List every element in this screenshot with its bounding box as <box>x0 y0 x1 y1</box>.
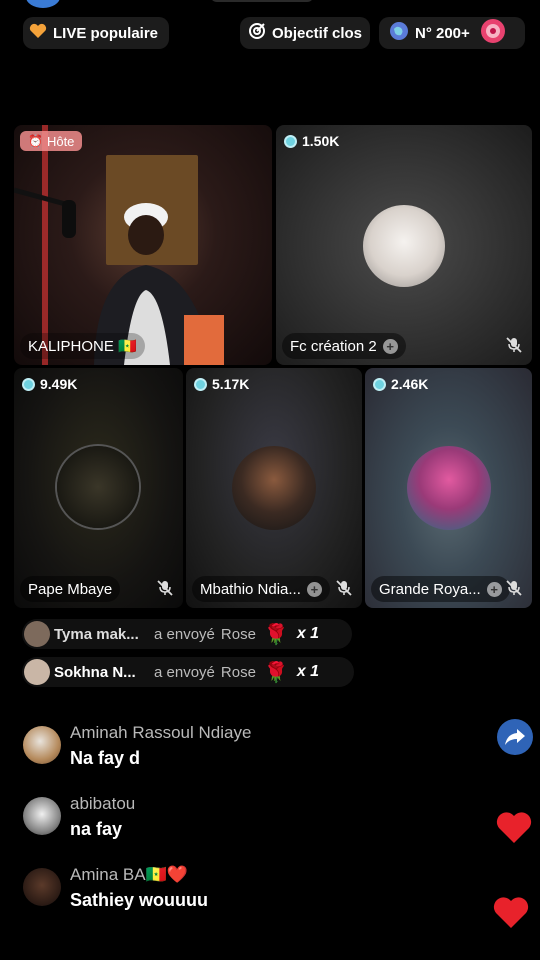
guest-tile-pape[interactable]: 9.49K Pape Mbaye <box>14 368 183 608</box>
live-popular-label: LIVE populaire <box>53 24 159 42</box>
guest-tile-mbathio[interactable]: 5.17K Mbathio Ndia... + <box>186 368 362 608</box>
viewer-count-value: 9.49K <box>40 376 78 392</box>
guest-name: Fc création 2 <box>290 337 377 355</box>
guest-avatar <box>363 205 445 287</box>
mic-off-icon <box>506 337 522 353</box>
guest-name-label[interactable]: Grande Roya... + <box>371 576 510 602</box>
viewer-icon <box>194 377 207 391</box>
host-tag: ⏰ Hôte <box>20 131 83 151</box>
host-name: KALIPHONE 🇸🇳 <box>28 338 137 355</box>
viewer-icon <box>373 377 386 391</box>
host-tag-label: Hôte <box>46 133 75 149</box>
comment-username[interactable]: Amina BA🇸🇳❤️ <box>70 865 188 885</box>
host-name-label[interactable]: KALIPHONE 🇸🇳 <box>20 333 145 359</box>
mic-off-icon <box>157 580 173 596</box>
streamer-avatar[interactable] <box>26 0 60 8</box>
gift-sender-avatar[interactable] <box>24 621 50 647</box>
alarm-icon: ⏰ <box>28 134 43 148</box>
viewer-count: 1.50K <box>284 133 339 149</box>
heart-icon <box>29 23 47 43</box>
viewer-count: 2.46K <box>373 376 428 392</box>
comment-text: Sathiey wouuuu <box>70 890 209 910</box>
heart-icon[interactable] <box>493 896 529 929</box>
follow-plus-icon[interactable]: + <box>382 338 398 354</box>
viewer-icon <box>284 134 297 148</box>
comment-text: Na fay d <box>70 748 141 768</box>
comment-avatar[interactable] <box>23 797 61 835</box>
gift-sender-name: Sokhna N... <box>54 663 136 681</box>
target-icon <box>248 22 266 44</box>
viewer-icon <box>22 377 35 391</box>
viewer-count-value: 5.17K <box>212 376 250 392</box>
gift-count: x 1 <box>296 625 320 642</box>
gift-sender-avatar[interactable] <box>24 659 50 685</box>
guest-avatar <box>232 446 316 530</box>
rank-badge[interactable]: N° 200+ <box>379 17 525 49</box>
viewer-count-value: 1.50K <box>302 133 340 149</box>
globe-icon <box>389 21 409 45</box>
follow-plus-icon[interactable]: + <box>306 581 322 597</box>
comment-username[interactable]: Aminah Rassoul Ndiaye <box>70 723 251 743</box>
gift-notification: Sokhna N... a envoyé Rose 🌹 x 1 <box>22 657 354 687</box>
guest-name: Grande Roya... <box>379 580 481 598</box>
heart-icon[interactable] <box>496 811 532 844</box>
rose-icon: 🌹 <box>263 623 289 646</box>
gift-action: a envoyé <box>154 625 215 643</box>
comment-text: na fay <box>70 819 123 839</box>
guest-name-label[interactable]: Pape Mbaye <box>20 576 121 602</box>
goal-badge[interactable]: Objectif clos <box>240 17 370 49</box>
mic-off-icon <box>506 580 522 596</box>
microphone-arm <box>14 187 76 238</box>
guest-name-label[interactable]: Fc création 2 + <box>282 333 406 359</box>
gift-avatar-icon <box>480 18 506 48</box>
follow-button[interactable] <box>210 0 314 2</box>
host-video-tile[interactable]: ⏰ Hôte KALIPHONE 🇸🇳 <box>14 125 272 365</box>
mic-off-icon <box>336 580 352 596</box>
guest-name: Mbathio Ndia... <box>200 580 301 598</box>
rose-icon: 🌹 <box>263 661 289 684</box>
rank-label: N° 200+ <box>415 24 470 42</box>
gift-action: a envoyé <box>154 663 215 681</box>
comment-avatar[interactable] <box>23 868 61 906</box>
gift-sender-name: Tyma mak... <box>54 625 139 643</box>
guest-name-label[interactable]: Mbathio Ndia... + <box>192 576 330 602</box>
share-button[interactable] <box>497 719 533 755</box>
guest-name: Pape Mbaye <box>28 580 113 598</box>
guest-avatar <box>407 446 491 530</box>
gift-type: Rose <box>220 663 256 681</box>
follow-plus-icon[interactable]: + <box>486 581 502 597</box>
guest-tile-grande[interactable]: 2.46K Grande Roya... + <box>365 368 532 608</box>
gift-notification: Tyma mak... a envoyé Rose 🌹 x 1 <box>22 619 352 649</box>
live-popular-badge[interactable]: LIVE populaire <box>23 17 169 49</box>
comment-username[interactable]: abibatou <box>70 794 135 814</box>
share-arrow-icon <box>505 729 525 745</box>
comment-avatar[interactable] <box>23 726 61 764</box>
guest-tile-fc[interactable]: 1.50K Fc création 2 + <box>276 125 532 365</box>
viewer-count: 9.49K <box>22 376 77 392</box>
goal-label: Objectif clos <box>272 24 363 42</box>
gift-count: x 1 <box>296 663 320 680</box>
gift-type: Rose <box>220 625 256 643</box>
viewer-count: 5.17K <box>194 376 249 392</box>
viewer-count-value: 2.46K <box>391 376 429 392</box>
guest-avatar <box>57 446 139 528</box>
